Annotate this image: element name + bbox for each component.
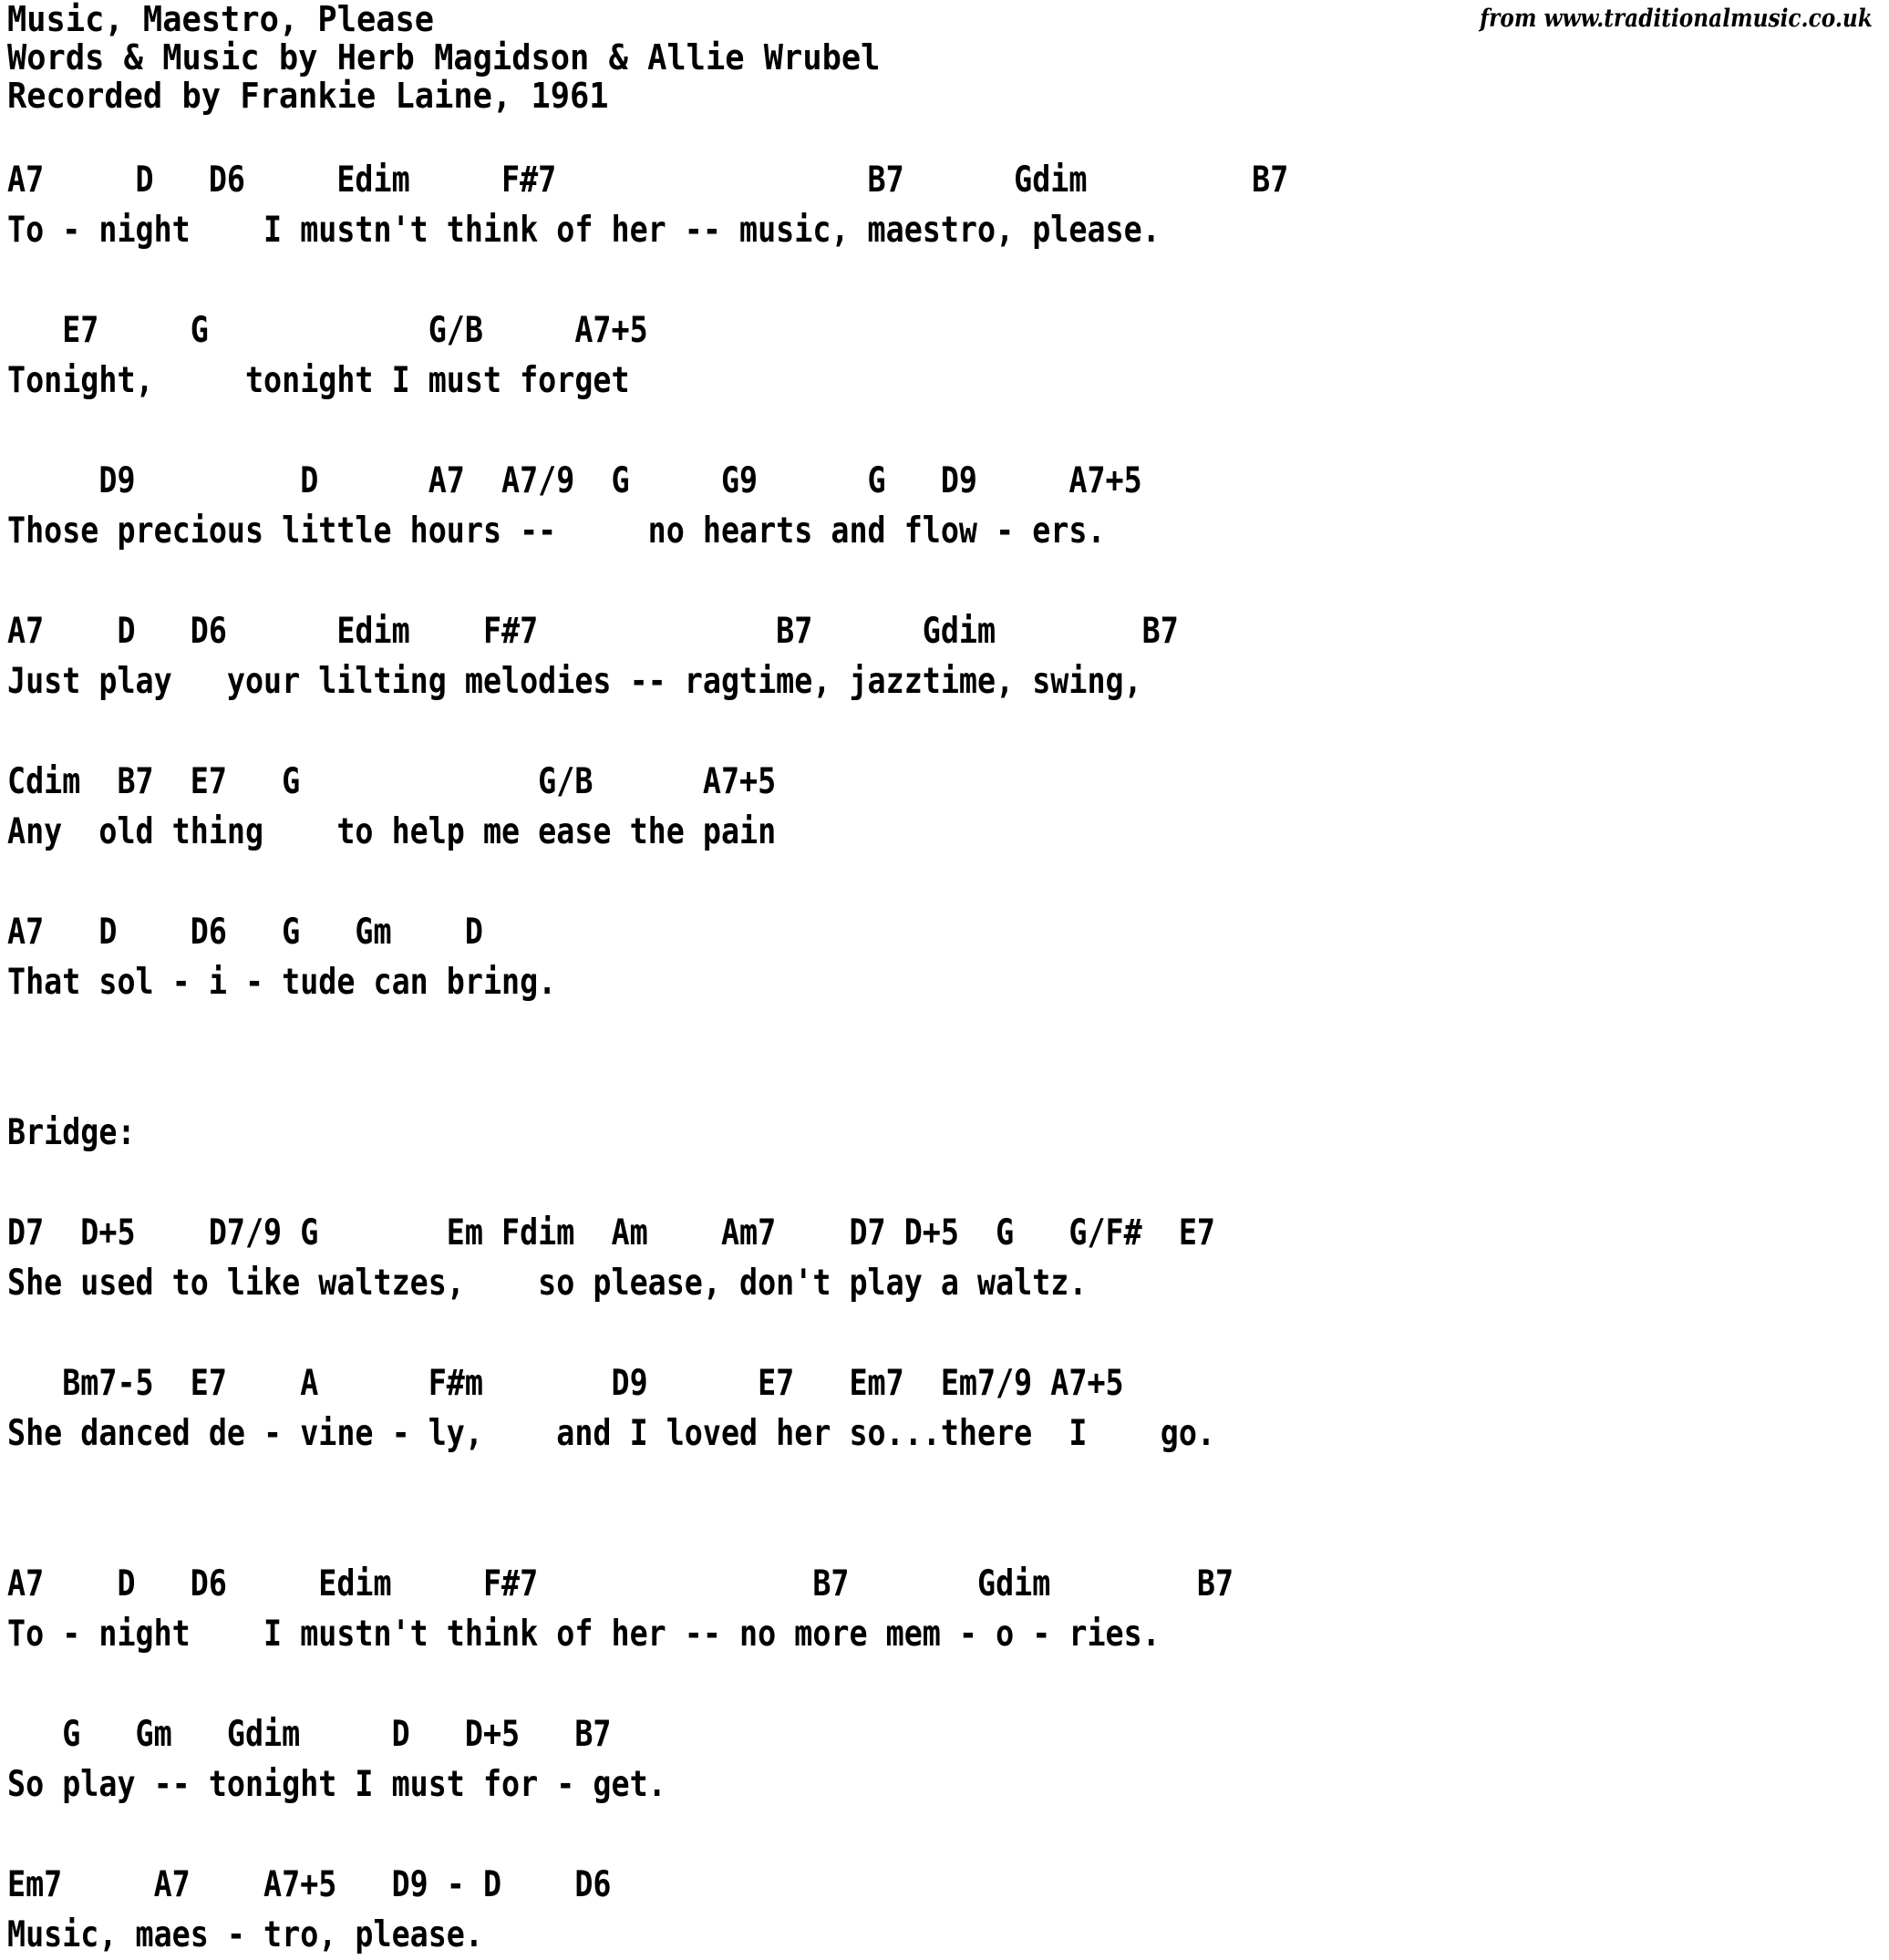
chord-line: A7 D D6 G Gm D xyxy=(7,912,483,953)
verse-block: D9 D A7 A7/9 G G9 G D9 A7+5 Those precio… xyxy=(7,456,1889,556)
verse-block: A7 D D6 Edim F#7 B7 Gdim B7 To - night I… xyxy=(7,1559,1889,1659)
verse-block: A7 D D6 G Gm D That sol - i - tude can b… xyxy=(7,907,1889,1007)
chord-line: D9 D A7 A7/9 G G9 G D9 A7+5 xyxy=(7,460,1142,501)
chord-line: Em7 A7 A7+5 D9 - D D6 xyxy=(7,1864,612,1905)
verse-block: E7 G G/B A7+5 Tonight, tonight I must fo… xyxy=(7,305,1889,406)
chord-line: A7 D D6 Edim F#7 B7 Gdim B7 xyxy=(7,611,1179,652)
chord-line: A7 D D6 Edim F#7 B7 Gdim B7 xyxy=(7,160,1289,201)
bridge-block: D7 D+5 D7/9 G Em Fdim Am Am7 D7 D+5 G G/… xyxy=(7,1208,1889,1308)
chord-line: A7 D D6 Edim F#7 B7 Gdim B7 xyxy=(7,1563,1234,1604)
chord-line: E7 G G/B A7+5 xyxy=(7,310,648,351)
lyric-line: Tonight, tonight I must forget xyxy=(7,360,630,401)
lyric-line: Music, maes - tro, please. xyxy=(7,1914,483,1955)
verse-block: A7 D D6 Edim F#7 B7 Gdim B7 Just play yo… xyxy=(7,606,1889,707)
chord-line: Cdim B7 E7 G G/B A7+5 xyxy=(7,761,777,802)
lyric-line: Just play your lilting melodies -- ragti… xyxy=(7,661,1142,702)
chord-sheet-page: Music, Maestro, Please Words & Music by … xyxy=(0,0,1889,1960)
verse-block: A7 D D6 Edim F#7 B7 Gdim B7 To - night I… xyxy=(7,155,1889,255)
bridge-label: Bridge: xyxy=(7,1112,136,1153)
lyric-line: To - night I mustn't think of her -- mus… xyxy=(7,210,1161,251)
lyric-line: Any old thing to help me ease the pain xyxy=(7,811,777,852)
recording-credit: Recorded by Frankie Laine, 1961 xyxy=(7,76,609,116)
chord-line: Bm7-5 E7 A F#m D9 E7 Em7 Em7/9 A7+5 xyxy=(7,1363,1124,1404)
verse-block: Em7 A7 A7+5 D9 - D D6 Music, maes - tro,… xyxy=(7,1860,1889,1960)
bridge-block: Bm7-5 E7 A F#m D9 E7 Em7 Em7/9 A7+5 She … xyxy=(7,1358,1889,1459)
lyric-line: She danced de - vine - ly, and I loved h… xyxy=(7,1413,1215,1454)
lyric-line: That sol - i - tude can bring. xyxy=(7,962,557,1003)
verse-block: G Gm Gdim D D+5 B7 So play -- tonight I … xyxy=(7,1709,1889,1810)
sheet-header: Music, Maestro, Please Words & Music by … xyxy=(7,0,1889,115)
lyric-line: So play -- tonight I must for - get. xyxy=(7,1764,666,1805)
song-body: A7 D D6 Edim F#7 B7 Gdim B7 To - night I… xyxy=(7,155,1889,1960)
verse-block: Cdim B7 E7 G G/B A7+5 Any old thing to h… xyxy=(7,757,1889,857)
lyric-line: Those precious little hours -- no hearts… xyxy=(7,511,1106,552)
lyric-line: She used to like waltzes, so please, don… xyxy=(7,1263,1088,1304)
songwriter-credits: Words & Music by Herb Magidson & Allie W… xyxy=(7,37,881,77)
lyric-line: To - night I mustn't think of her -- no … xyxy=(7,1614,1161,1655)
chord-line: D7 D+5 D7/9 G Em Fdim Am Am7 D7 D+5 G G/… xyxy=(7,1212,1215,1253)
chord-line: G Gm Gdim D D+5 B7 xyxy=(7,1714,612,1755)
source-attribution: from www.traditionalmusic.co.uk xyxy=(1480,5,1873,33)
